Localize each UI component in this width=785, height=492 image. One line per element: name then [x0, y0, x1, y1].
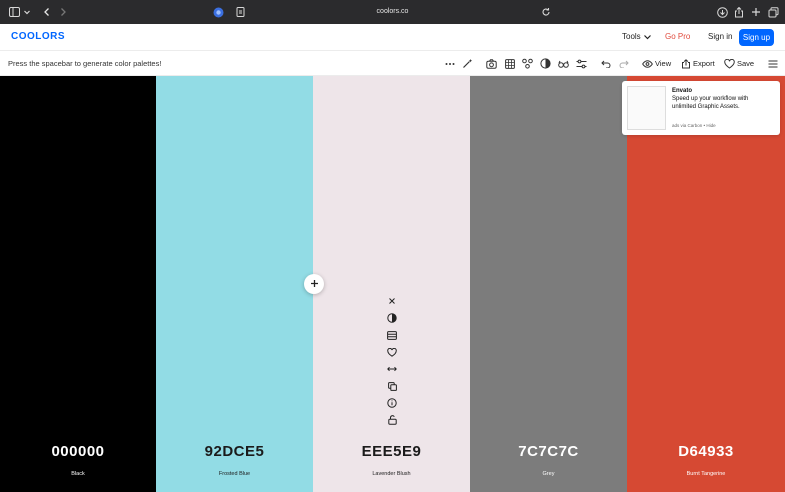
color-name: Burnt Tangerine	[686, 471, 726, 477]
app-header: COOLORS Tools Go Pro Sign in Sign up	[0, 24, 785, 51]
reload-icon[interactable]	[540, 6, 552, 18]
hex-code[interactable]: 000000	[0, 443, 156, 460]
info-icon[interactable]	[386, 397, 398, 409]
contrast-check-icon[interactable]	[386, 312, 398, 324]
hex-code[interactable]: 7C7C7C	[470, 443, 627, 460]
color-blind-icon[interactable]	[522, 58, 533, 69]
spacebar-hint: Press the spacebar to generate color pal…	[8, 59, 162, 68]
ad-image[interactable]	[627, 86, 666, 130]
back-icon[interactable]	[41, 6, 53, 18]
tools-menu[interactable]: Tools	[622, 32, 641, 41]
go-pro-link[interactable]: Go Pro	[665, 32, 690, 41]
ad-footer[interactable]: ads via Carbon • Hide	[672, 123, 716, 128]
copy-icon[interactable]	[386, 380, 398, 392]
plus-icon	[310, 275, 319, 293]
magic-wand-icon[interactable]	[462, 58, 473, 69]
extension-icon[interactable]	[212, 6, 224, 18]
hamburger-menu-icon[interactable]	[767, 58, 778, 69]
grid-icon[interactable]	[504, 58, 515, 69]
carbon-ad[interactable]: Envato Speed up your workflow with unlim…	[622, 81, 780, 135]
adjust-icon[interactable]	[576, 58, 587, 69]
remove-color-icon[interactable]	[386, 295, 398, 307]
swatch-1[interactable]: 000000 Black	[0, 76, 156, 492]
hex-code[interactable]: EEE5E9	[313, 443, 470, 460]
color-name: Grey	[542, 471, 555, 477]
palette: 000000 Black 92DCE5 Frosted Blue EEE5E9 …	[0, 76, 785, 492]
sidebar-icon[interactable]	[8, 6, 20, 18]
tabs-icon[interactable]	[767, 6, 779, 18]
drag-move-icon[interactable]	[386, 363, 398, 375]
export-button[interactable]: Export	[693, 59, 715, 68]
ad-title[interactable]: Envato	[672, 88, 692, 94]
swatch-4[interactable]: 7C7C7C Grey	[470, 76, 627, 492]
undo-icon[interactable]	[600, 58, 611, 69]
heart-icon[interactable]	[724, 58, 735, 69]
favorite-heart-icon[interactable]	[386, 346, 398, 358]
hex-code[interactable]: D64933	[627, 443, 785, 460]
sign-in-link[interactable]: Sign in	[708, 32, 732, 41]
camera-icon[interactable]	[486, 58, 497, 69]
ad-text[interactable]: Speed up your workflow with unlimited Gr…	[672, 96, 772, 111]
chevron-down-icon[interactable]	[21, 6, 33, 18]
add-color-button[interactable]	[304, 274, 324, 294]
color-name: Lavender Blush	[372, 471, 411, 477]
page-icon[interactable]	[234, 6, 246, 18]
hex-code[interactable]: 92DCE5	[156, 443, 313, 460]
export-icon[interactable]	[680, 58, 691, 69]
swatch-5[interactable]: D64933 Burnt Tangerine	[627, 76, 785, 492]
more-options-icon[interactable]	[444, 58, 455, 69]
palette-toolbar: Press the spacebar to generate color pal…	[0, 51, 785, 76]
forward-icon[interactable]	[57, 6, 69, 18]
download-icon[interactable]	[716, 6, 728, 18]
coolors-logo[interactable]: COOLORS	[11, 31, 65, 42]
swatch-2[interactable]: 92DCE5 Frosted Blue	[156, 76, 313, 492]
save-button[interactable]: Save	[737, 59, 754, 68]
color-name: Black	[71, 471, 85, 477]
address-bar[interactable]: coolors.co	[0, 0, 785, 24]
browser-toolbar: coolors.co	[0, 0, 785, 24]
redo-icon[interactable]	[618, 58, 629, 69]
swatch-3[interactable]: EEE5E9 Lavender Blush	[313, 76, 470, 492]
view-button[interactable]: View	[655, 59, 671, 68]
share-icon[interactable]	[733, 6, 745, 18]
color-name: Frosted Blue	[218, 471, 251, 477]
chevron-down-icon[interactable]	[641, 31, 653, 43]
sign-up-button[interactable]: Sign up	[739, 29, 774, 46]
shades-icon[interactable]	[386, 329, 398, 341]
contrast-icon[interactable]	[540, 58, 551, 69]
unlock-icon[interactable]	[386, 414, 398, 426]
glasses-icon[interactable]	[558, 58, 569, 69]
eye-icon[interactable]	[642, 58, 653, 69]
new-tab-icon[interactable]	[750, 6, 762, 18]
